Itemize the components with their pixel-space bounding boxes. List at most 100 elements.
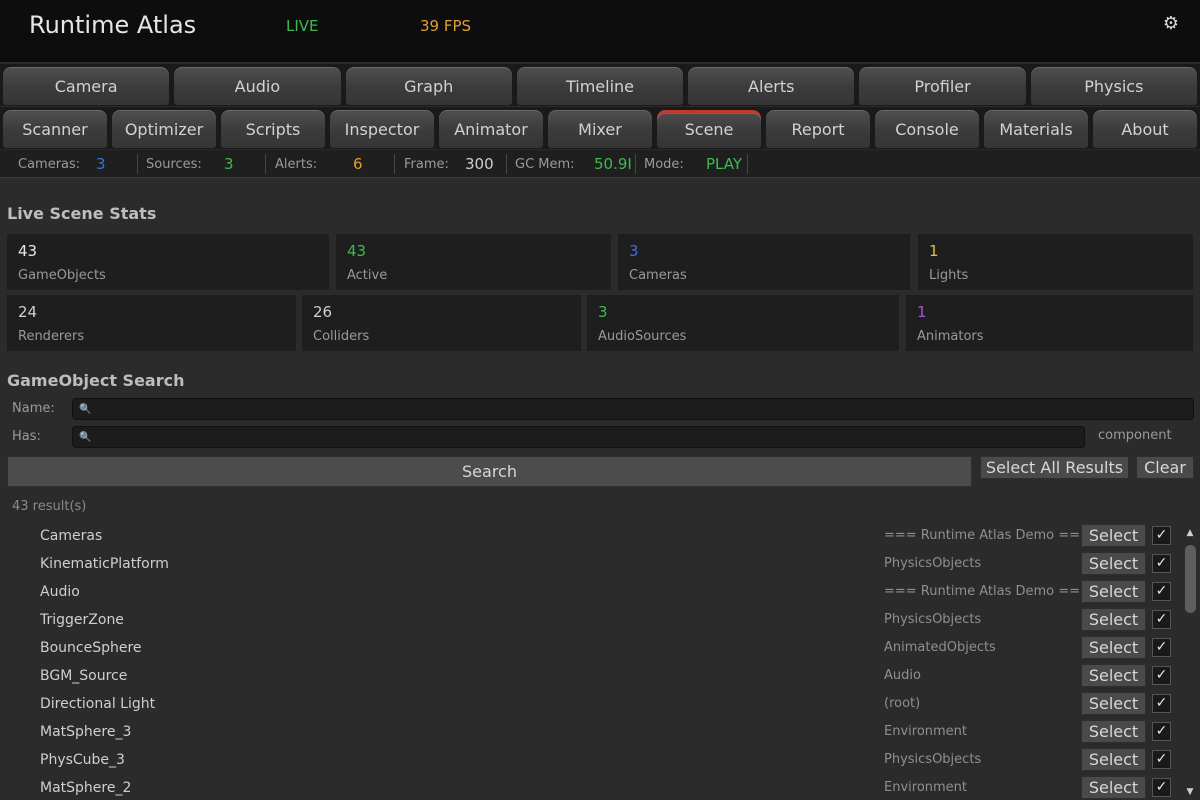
stat-card-label: GameObjects — [18, 268, 106, 283]
mode-label: Mode: — [644, 157, 684, 172]
tab-scanner[interactable]: Scanner — [2, 109, 108, 149]
stat-card-value: 24 — [18, 303, 38, 321]
list-item: Directional Light (root) Select ✓ — [0, 690, 1180, 718]
stat-card-cameras: 3 Cameras — [618, 234, 910, 290]
stat-card-label: Renderers — [18, 329, 85, 344]
app-header: Runtime Atlas LIVE 39 FPS ⚙ — [0, 0, 1200, 62]
result-parent: PhysicsObjects — [884, 752, 982, 767]
stat-card-lights: 1 Lights — [918, 234, 1193, 290]
stat-card-label: Animators — [917, 329, 984, 344]
component-search-input[interactable] — [72, 426, 1085, 448]
result-name: KinematicPlatform — [40, 556, 169, 572]
name-field-label: Name: — [12, 401, 55, 416]
result-name: BounceSphere — [40, 640, 142, 656]
tab-report[interactable]: Report — [765, 109, 871, 149]
select-button[interactable]: Select — [1081, 580, 1146, 603]
tab-materials[interactable]: Materials — [983, 109, 1089, 149]
mode-value: PLAY — [706, 155, 743, 173]
search-button[interactable]: Search — [7, 456, 972, 487]
result-name: PhysCube_3 — [40, 752, 125, 768]
stat-card-label: Colliders — [313, 329, 370, 344]
name-search-input[interactable] — [72, 398, 1194, 420]
stat-card-label: Active — [347, 268, 388, 283]
stat-card-value: 26 — [313, 303, 333, 321]
select-button[interactable]: Select — [1081, 608, 1146, 631]
include-checkbox[interactable]: ✓ — [1152, 750, 1171, 769]
search-icon: 🔍 — [79, 432, 92, 443]
sources-label: Sources: — [146, 157, 202, 172]
include-checkbox[interactable]: ✓ — [1152, 526, 1171, 545]
include-checkbox[interactable]: ✓ — [1152, 554, 1171, 573]
include-checkbox[interactable]: ✓ — [1152, 638, 1171, 657]
stat-card-value: 3 — [629, 242, 639, 260]
select-button[interactable]: Select — [1081, 748, 1146, 771]
list-item: KinematicPlatform PhysicsObjects Select … — [0, 550, 1180, 578]
select-button[interactable]: Select — [1081, 692, 1146, 715]
stat-card-active: 43 Active — [336, 234, 611, 290]
gear-icon[interactable]: ⚙ — [1160, 13, 1182, 35]
select-button[interactable]: Select — [1081, 636, 1146, 659]
tab-scripts[interactable]: Scripts — [220, 109, 326, 149]
tab-optimizer[interactable]: Optimizer — [111, 109, 217, 149]
tab-mixer[interactable]: Mixer — [547, 109, 653, 149]
status-divider — [394, 154, 395, 174]
result-parent: AnimatedObjects — [884, 640, 996, 655]
tab-animator[interactable]: Animator — [438, 109, 544, 149]
status-divider — [137, 154, 138, 174]
select-button[interactable]: Select — [1081, 524, 1146, 547]
scrollbar-thumb[interactable] — [1185, 545, 1196, 613]
scroll-down-arrow-icon[interactable]: ▼ — [1184, 786, 1196, 798]
select-all-results-button[interactable]: Select All Results — [980, 456, 1129, 479]
status-divider — [265, 154, 266, 174]
list-item: PhysCube_3 PhysicsObjects Select ✓ — [0, 746, 1180, 774]
tab-alerts[interactable]: Alerts — [687, 66, 856, 106]
list-item: Cameras === Runtime Atlas Demo === Selec… — [0, 522, 1180, 550]
stat-card-value: 1 — [929, 242, 939, 260]
tab-physics[interactable]: Physics — [1029, 66, 1198, 106]
status-bar: Cameras: 3 Sources: 3 Alerts: 6 Frame: 3… — [0, 150, 1200, 178]
include-checkbox[interactable]: ✓ — [1152, 610, 1171, 629]
list-item: BounceSphere AnimatedObjects Select ✓ — [0, 634, 1180, 662]
gc-mem-label: GC Mem: — [515, 157, 575, 172]
tab-bar-primary: Camera Audio Graph Timeline Alerts Profi… — [0, 64, 1200, 106]
has-field-label: Has: — [12, 429, 41, 444]
select-button[interactable]: Select — [1081, 664, 1146, 687]
result-parent: Audio — [884, 668, 921, 683]
result-name: TriggerZone — [40, 612, 124, 628]
stat-card-audiosources: 3 AudioSources — [587, 295, 899, 351]
tab-console[interactable]: Console — [874, 109, 980, 149]
stat-card-value: 43 — [347, 242, 367, 260]
include-checkbox[interactable]: ✓ — [1152, 694, 1171, 713]
result-name: MatSphere_2 — [40, 780, 132, 796]
clear-button[interactable]: Clear — [1136, 456, 1194, 479]
tab-inspector[interactable]: Inspector — [329, 109, 435, 149]
include-checkbox[interactable]: ✓ — [1152, 722, 1171, 741]
include-checkbox[interactable]: ✓ — [1152, 582, 1171, 601]
fps-counter: 39 FPS — [420, 17, 472, 35]
tab-timeline[interactable]: Timeline — [515, 66, 685, 106]
status-divider — [506, 154, 507, 174]
tab-graph[interactable]: Graph — [344, 66, 513, 106]
select-button[interactable]: Select — [1081, 720, 1146, 743]
result-parent: PhysicsObjects — [884, 612, 982, 627]
include-checkbox[interactable]: ✓ — [1152, 778, 1171, 797]
result-name: Cameras — [40, 528, 103, 544]
tab-camera[interactable]: Camera — [2, 66, 171, 106]
scroll-up-arrow-icon[interactable]: ▲ — [1184, 527, 1196, 539]
stat-card-value: 1 — [917, 303, 927, 321]
alerts-label: Alerts: — [275, 157, 318, 172]
include-checkbox[interactable]: ✓ — [1152, 666, 1171, 685]
result-name: MatSphere_3 — [40, 724, 132, 740]
result-name: BGM_Source — [40, 668, 128, 684]
tab-audio[interactable]: Audio — [173, 66, 342, 106]
list-item: BGM_Source Audio Select ✓ — [0, 662, 1180, 690]
app-title: Runtime Atlas — [29, 11, 197, 39]
select-button[interactable]: Select — [1081, 552, 1146, 575]
result-parent: === Runtime Atlas Demo === — [884, 528, 1091, 543]
select-button[interactable]: Select — [1081, 776, 1146, 799]
tab-scene[interactable]: Scene — [656, 109, 762, 149]
tab-bar-secondary: Scanner Optimizer Scripts Inspector Anim… — [0, 107, 1200, 149]
tab-about[interactable]: About — [1092, 109, 1198, 149]
tab-profiler[interactable]: Profiler — [858, 66, 1027, 106]
list-item: TriggerZone PhysicsObjects Select ✓ — [0, 606, 1180, 634]
